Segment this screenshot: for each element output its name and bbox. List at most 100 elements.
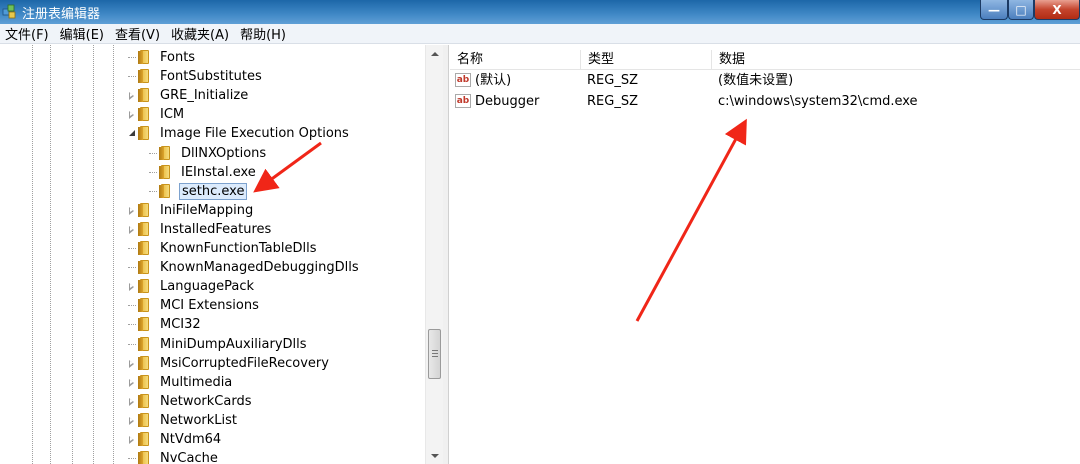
menu-help[interactable]: 帮助(H) <box>235 24 292 43</box>
tree-item[interactable]: KnownFunctionTableDlls <box>0 239 425 258</box>
tree-item[interactable]: MCI32 <box>0 315 425 334</box>
tree-item-label[interactable]: DllNXOptions <box>179 145 268 162</box>
folder-icon <box>159 145 175 160</box>
expand-arrow-icon[interactable] <box>128 435 136 444</box>
tree-item[interactable]: sethc.exe <box>0 182 425 201</box>
value-data: c:\windows\system32\cmd.exe <box>718 94 918 109</box>
folder-icon <box>138 412 154 427</box>
tree-item[interactable]: MiniDumpAuxiliaryDlls <box>0 335 425 354</box>
menu-edit[interactable]: 编辑(E) <box>55 24 110 43</box>
menu-view[interactable]: 查看(V) <box>110 24 166 43</box>
list-item[interactable]: ab (默认) REG_SZ (数值未设置) <box>450 70 1080 91</box>
pane-splitter[interactable] <box>443 45 449 464</box>
tree-item[interactable]: NetworkList <box>0 411 425 430</box>
tree-item-label-selected[interactable]: sethc.exe <box>179 182 248 200</box>
expand-arrow-icon[interactable] <box>128 378 136 387</box>
tree-item-label[interactable]: MiniDumpAuxiliaryDlls <box>158 336 309 353</box>
tree-item-label[interactable]: InstalledFeatures <box>158 221 273 238</box>
scroll-up-button[interactable] <box>426 45 443 62</box>
folder-icon <box>138 202 154 217</box>
tree-item-label[interactable]: MCI Extensions <box>158 297 261 314</box>
tree-item[interactable]: GRE_Initialize <box>0 86 425 105</box>
tree-item-label[interactable]: ICM <box>158 106 186 123</box>
expand-arrow-icon[interactable] <box>128 416 136 425</box>
scroll-thumb[interactable] <box>428 329 441 379</box>
close-button[interactable]: X <box>1034 0 1080 20</box>
folder-icon <box>138 432 154 446</box>
minimize-button[interactable]: — <box>980 0 1008 20</box>
maximize-icon: □ <box>1015 2 1027 17</box>
tree-item[interactable]: FontSubstitutes <box>0 67 425 86</box>
folder-icon <box>138 126 154 141</box>
tree-item[interactable]: MCI Extensions <box>0 296 425 315</box>
tree-item[interactable]: ICM <box>0 105 425 124</box>
grip-line <box>432 356 438 357</box>
expand-arrow-icon[interactable] <box>128 206 136 215</box>
tree-item-label[interactable]: NetworkCards <box>158 393 253 410</box>
folder-icon <box>159 183 175 198</box>
folder-icon <box>138 221 154 236</box>
tree-item[interactable]: IEInstal.exe <box>0 163 425 182</box>
expand-arrow-icon[interactable] <box>128 282 136 292</box>
tree-item-label[interactable]: NvCache <box>158 450 220 464</box>
tree-item[interactable]: NvCache <box>0 449 425 464</box>
expand-arrow-icon[interactable] <box>128 110 136 120</box>
tree-item-label[interactable]: IEInstal.exe <box>179 164 258 181</box>
folder-icon <box>138 298 154 313</box>
list-header: 名称 类型 数据 <box>450 50 1080 70</box>
tree-item-label[interactable]: MCI32 <box>158 316 203 333</box>
tree-item[interactable]: KnownManagedDebuggingDlls <box>0 258 425 277</box>
list-item[interactable]: ab Debugger REG_SZ c:\windows\system32\c… <box>450 91 1080 112</box>
tree-connector-line <box>128 76 136 78</box>
tree-item-label[interactable]: KnownManagedDebuggingDlls <box>158 259 361 276</box>
expand-arrow-icon[interactable] <box>128 225 136 234</box>
column-header-type[interactable]: 类型 <box>581 50 712 70</box>
tree-item[interactable]: LanguagePack <box>0 277 425 296</box>
registry-value-list[interactable]: 名称 类型 数据 ab (默认) REG_SZ (数值未设置) ab Debug… <box>450 45 1080 464</box>
tree-item[interactable]: MsiCorruptedFileRecovery <box>0 354 425 373</box>
tree-item[interactable]: DllNXOptions <box>0 144 425 163</box>
tree-item[interactable]: NetworkCards <box>0 392 425 411</box>
menu-favorites[interactable]: 收藏夹(A) <box>166 24 235 43</box>
maximize-button[interactable]: □ <box>1008 0 1034 20</box>
folder-icon <box>138 50 154 64</box>
tree-item[interactable]: IniFileMapping <box>0 201 425 220</box>
tree-item[interactable]: Multimedia <box>0 373 425 392</box>
collapse-arrow-icon[interactable] <box>128 129 136 138</box>
tree-item-label[interactable]: Fonts <box>158 49 197 66</box>
tree-item-label[interactable]: KnownFunctionTableDlls <box>158 240 319 257</box>
folder-icon <box>138 355 154 370</box>
string-value-icon: ab <box>455 73 471 87</box>
tree-item-label[interactable]: Image File Execution Options <box>158 125 351 142</box>
tree-item-label[interactable]: NetworkList <box>158 412 239 429</box>
tree-item[interactable]: Image File Execution Options <box>0 124 425 143</box>
tree-scrollbar[interactable] <box>425 45 443 464</box>
tree-connector-line <box>128 57 136 58</box>
tree-item-label[interactable]: Multimedia <box>158 374 234 391</box>
menu-file[interactable]: 文件(F) <box>0 24 55 43</box>
tree-item-label[interactable]: GRE_Initialize <box>158 87 250 104</box>
column-header-data[interactable]: 数据 <box>712 50 1080 70</box>
expand-arrow-icon[interactable] <box>128 359 136 368</box>
tree-item-label[interactable]: IniFileMapping <box>158 202 255 219</box>
tree-item[interactable]: Fonts <box>0 48 425 67</box>
folder-icon <box>138 260 154 275</box>
value-name: Debugger <box>475 94 540 109</box>
column-header-name[interactable]: 名称 <box>450 50 581 70</box>
tree-item[interactable]: NtVdm64 <box>0 430 425 449</box>
tree-item-label[interactable]: MsiCorruptedFileRecovery <box>158 355 331 372</box>
arrow-up-icon <box>430 51 439 56</box>
folder-icon <box>138 241 154 255</box>
tree-item[interactable]: InstalledFeatures <box>0 220 425 239</box>
tree-item-label[interactable]: NtVdm64 <box>158 431 223 448</box>
value-data: (数值未设置) <box>718 73 794 88</box>
tree-item-label[interactable]: FontSubstitutes <box>158 68 264 85</box>
tree-item-label[interactable]: LanguagePack <box>158 278 256 295</box>
expand-arrow-icon[interactable] <box>128 91 136 101</box>
scroll-down-button[interactable] <box>426 447 443 464</box>
registry-key-tree[interactable]: Fonts FontSubstitutes GRE_Initialize ICM Ima… <box>0 45 443 464</box>
grip-line <box>432 353 438 354</box>
expand-arrow-icon[interactable] <box>128 397 136 406</box>
window-title: 注册表编辑器 <box>22 6 101 22</box>
tree-connector-line <box>128 324 136 326</box>
